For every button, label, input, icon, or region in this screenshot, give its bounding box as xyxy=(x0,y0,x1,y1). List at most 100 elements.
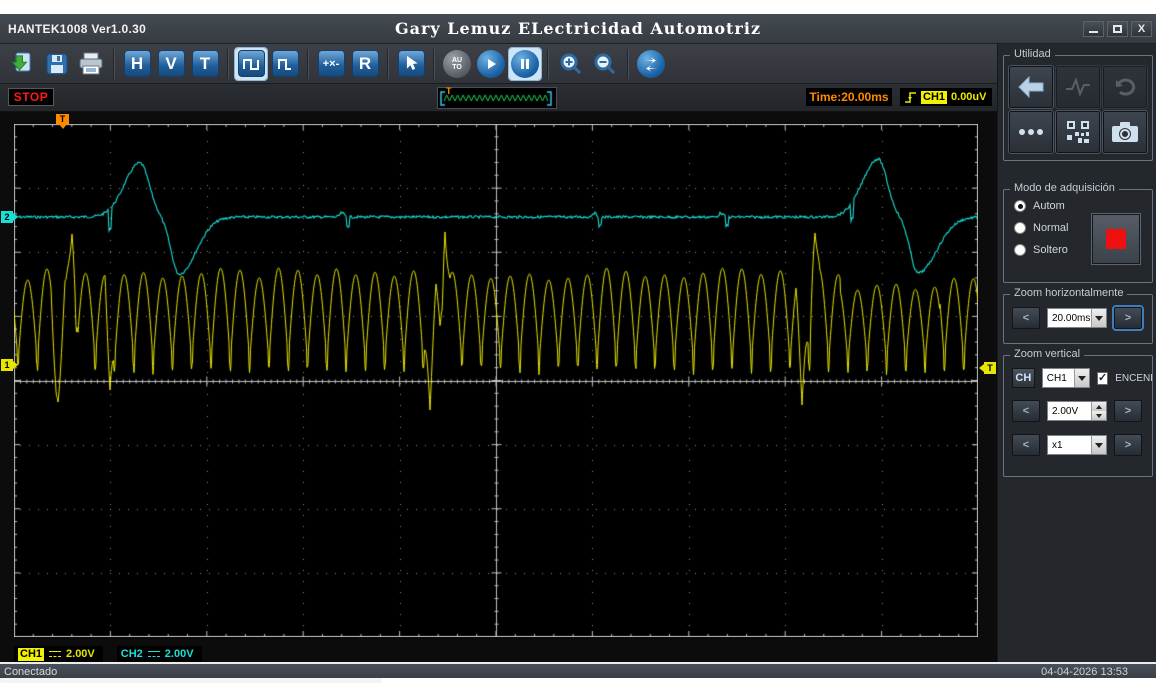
t-icon: T xyxy=(191,50,219,77)
math-button[interactable]: +×- xyxy=(315,48,347,80)
rising-edge-icon xyxy=(905,92,916,103)
volts-increase-button[interactable]: > xyxy=(1114,400,1142,422)
dropdown-arrow-icon xyxy=(1074,369,1090,387)
info-bar: STOP T Time:20.00ms CH1 0.00uV xyxy=(0,84,997,112)
cursor-measure-button[interactable] xyxy=(395,48,427,80)
channel-on-label: ENCEND xyxy=(1115,372,1152,384)
open-file-button[interactable] xyxy=(7,48,39,80)
bottom-margin xyxy=(0,678,1156,700)
refresh-button[interactable] xyxy=(635,48,667,80)
trigger-settings-button[interactable]: T xyxy=(189,48,221,80)
print-button[interactable] xyxy=(75,48,107,80)
back-arrow-icon xyxy=(1018,76,1044,98)
timebase-increase-button[interactable]: > xyxy=(1112,305,1144,331)
open-file-icon xyxy=(11,52,31,71)
waveform-vertical-mode-button[interactable] xyxy=(269,48,301,80)
run-stop-button[interactable] xyxy=(1091,213,1141,265)
qr-code-icon xyxy=(1067,121,1089,143)
save-icon xyxy=(46,53,68,74)
run-button[interactable] xyxy=(475,48,507,80)
vertical-zoom-title: Zoom vertical xyxy=(1010,348,1085,360)
trigger-level-marker[interactable]: T xyxy=(979,362,996,374)
toolbar-separator xyxy=(433,48,435,79)
waveform-tool-button[interactable] xyxy=(1055,65,1101,109)
channel-select[interactable]: CH1 xyxy=(1041,368,1091,388)
r-icon: R xyxy=(351,50,379,77)
minimize-icon xyxy=(1089,31,1098,33)
scope-display: T 2 1 T CH1 2.00V CH2 2.00V xyxy=(0,112,997,662)
cursor-icon xyxy=(397,50,425,77)
v-icon: V xyxy=(157,50,185,77)
undo-icon xyxy=(1116,78,1136,96)
math-icon: +×- xyxy=(317,50,345,77)
radio-icon xyxy=(1014,244,1026,256)
save-button[interactable] xyxy=(41,48,73,80)
volts-spinner[interactable]: 2.00V xyxy=(1047,401,1107,421)
zoom-in-button[interactable] xyxy=(555,48,587,80)
reference-button[interactable]: R xyxy=(349,48,381,80)
multiplier-increase-button[interactable]: > xyxy=(1114,434,1142,456)
toolbar-separator xyxy=(547,48,549,79)
screenshot-button[interactable] xyxy=(1102,110,1148,154)
horizontal-settings-button[interactable]: H xyxy=(121,48,153,80)
dc-coupling-icon xyxy=(49,651,62,657)
timebase-decrease-button[interactable]: < xyxy=(1012,307,1040,329)
print-icon xyxy=(79,52,103,74)
ch2-scale-value: 2.00V xyxy=(164,648,194,660)
volts-decrease-button[interactable]: < xyxy=(1012,400,1040,422)
toolbar-separator xyxy=(227,48,229,79)
toolbar-separator xyxy=(387,48,389,79)
more-options-button[interactable] xyxy=(1008,110,1054,154)
multiplier-decrease-button[interactable]: < xyxy=(1012,434,1040,456)
timebase-select[interactable]: 20.00ms xyxy=(1047,308,1107,328)
control-panel: Utilidad Modo de adquisición Autom Norma… xyxy=(997,44,1156,662)
app-window: HANTEK1008 Ver1.0.30 Gary Lemuz ELectric… xyxy=(0,0,1156,700)
pause-button[interactable] xyxy=(508,46,542,81)
dropdown-arrow-icon xyxy=(1091,436,1106,454)
ch1-level-marker[interactable]: 1 xyxy=(1,359,18,371)
toolbar-separator xyxy=(307,48,309,79)
trigger-position-marker[interactable]: T xyxy=(56,114,69,129)
preview-trigger-marker: T xyxy=(446,86,452,96)
ch2-badge: CH2 xyxy=(120,648,143,660)
ch2-readout[interactable]: CH2 2.00V xyxy=(116,646,202,662)
pulse-icon xyxy=(1066,77,1090,97)
top-margin xyxy=(0,0,1156,14)
utility-group: Utilidad xyxy=(1003,48,1153,161)
zoom-in-icon xyxy=(560,53,582,74)
channel-value: CH1 xyxy=(1046,372,1067,384)
radio-auto[interactable]: Autom xyxy=(1014,200,1152,212)
ellipsis-icon xyxy=(1019,129,1043,135)
zoom-out-button[interactable] xyxy=(589,48,621,80)
toolbar: H V T +×- R AU TO xyxy=(0,44,997,84)
minimize-button[interactable] xyxy=(1083,21,1104,37)
radio-icon xyxy=(1014,200,1026,212)
window-title: Gary Lemuz ELectricidad Automotriz xyxy=(394,19,762,38)
back-button[interactable] xyxy=(1008,65,1054,109)
qr-code-button[interactable] xyxy=(1055,110,1101,154)
toolbar-separator xyxy=(627,48,629,79)
scope-canvas[interactable] xyxy=(14,124,978,637)
waveform-mode-button[interactable] xyxy=(234,46,268,81)
status-bar: Conectado 04-04-2026 13:53 xyxy=(0,662,1156,678)
auto-icon: AU TO xyxy=(443,49,471,78)
close-icon: X xyxy=(1137,22,1146,35)
channel-on-checkbox[interactable]: ✓ xyxy=(1097,371,1109,385)
auto-setup-button[interactable]: AU TO xyxy=(441,48,473,80)
multiplier-select[interactable]: x1 xyxy=(1047,435,1107,455)
title-bar: HANTEK1008 Ver1.0.30 Gary Lemuz ELectric… xyxy=(0,14,1156,44)
ch2-level-marker[interactable]: 2 xyxy=(1,211,18,223)
volts-value: 2.00V xyxy=(1052,405,1079,417)
close-button[interactable]: X xyxy=(1131,21,1152,37)
maximize-button[interactable] xyxy=(1107,21,1128,37)
channel-toggle-button[interactable]: CH xyxy=(1012,368,1035,388)
vertical-settings-button[interactable]: V xyxy=(155,48,187,80)
trigger-position-preview[interactable]: T xyxy=(437,86,557,109)
undo-button[interactable] xyxy=(1102,65,1148,109)
radio-icon xyxy=(1014,222,1026,234)
trigger-channel-badge: CH1 xyxy=(921,90,948,104)
ch1-readout[interactable]: CH1 2.00V xyxy=(14,646,103,662)
h-icon: H xyxy=(123,50,151,77)
dc-coupling-icon xyxy=(147,651,160,657)
preview-canvas xyxy=(438,88,556,108)
